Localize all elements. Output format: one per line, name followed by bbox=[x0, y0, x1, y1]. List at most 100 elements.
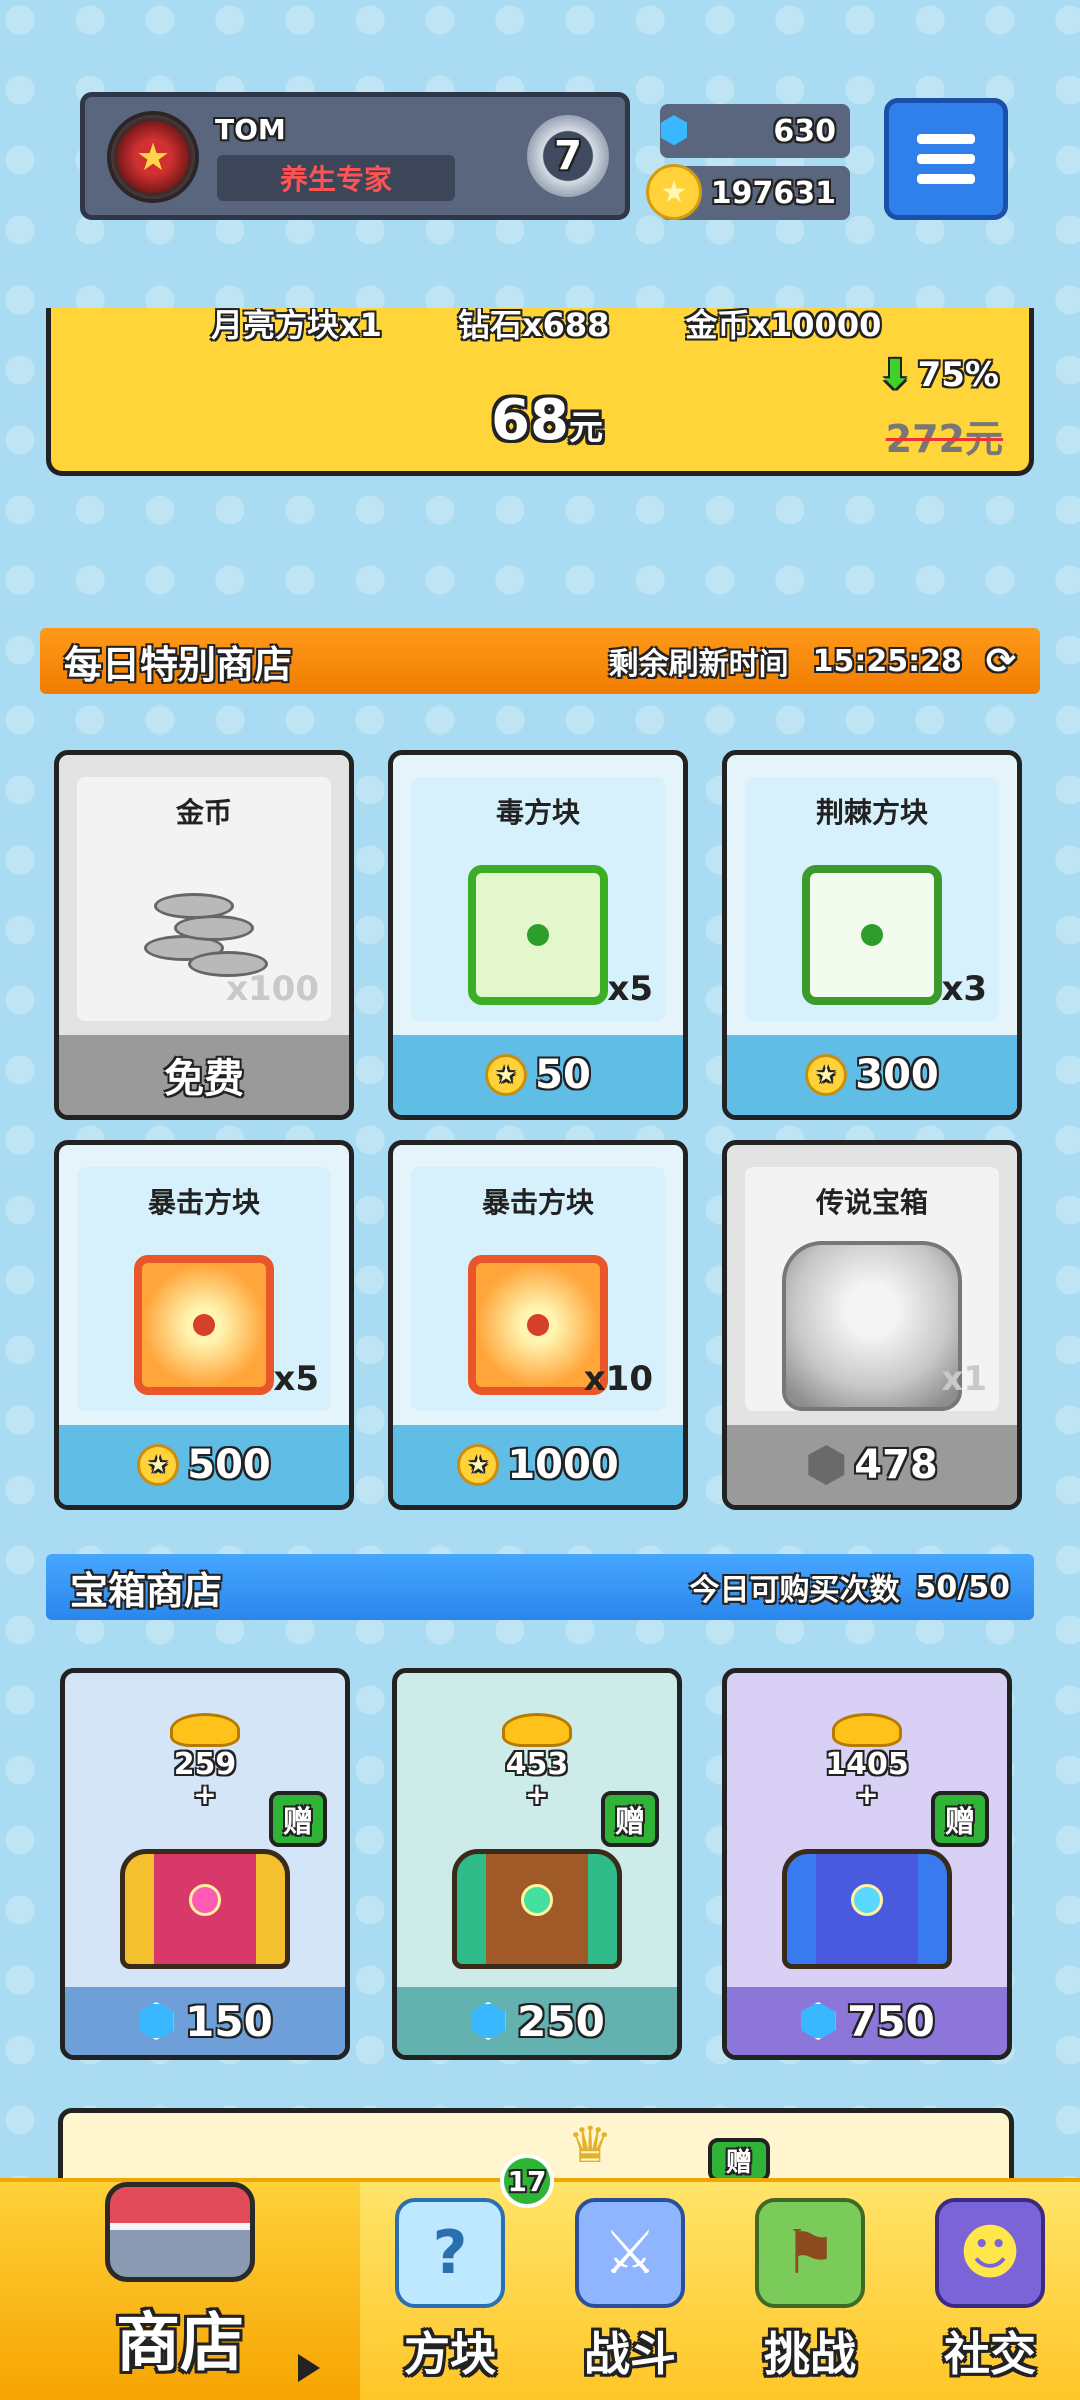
shop-item-card[interactable]: 荆棘方块 x3 ★ 300 bbox=[722, 750, 1022, 1120]
treasure-chest-icon bbox=[452, 1849, 622, 1969]
coin-icon: ★ bbox=[805, 1054, 848, 1096]
special-offer-banner[interactable]: 月亮方块x1 钻石x688 金币x10000 68元 ⬇ 75% 272元 bbox=[46, 308, 1034, 476]
price-button[interactable]: 750 bbox=[727, 1987, 1007, 2055]
gold-coins-icon bbox=[502, 1713, 572, 1747]
gem-icon bbox=[471, 2002, 506, 2040]
item-name: 暴击方块 bbox=[147, 1186, 260, 1219]
chest-shop-header: 宝箱商店 今日可购买次数 50/50 bbox=[46, 1554, 1034, 1620]
nav-label: 战斗 bbox=[584, 2327, 676, 2381]
section-title: 宝箱商店 bbox=[70, 1568, 223, 1613]
item-name: 毒方块 bbox=[495, 796, 580, 829]
notification-badge: 17 bbox=[500, 2154, 554, 2208]
banner-item: 金币x10000 bbox=[685, 308, 882, 344]
poison-block-icon bbox=[468, 865, 608, 1005]
nav-label: 商店 bbox=[116, 2307, 244, 2381]
refresh-icon[interactable]: ⟳ bbox=[986, 641, 1016, 682]
crit-block-icon bbox=[134, 1255, 274, 1395]
hexagon-token-icon bbox=[808, 1445, 845, 1485]
item-name: 荆棘方块 bbox=[815, 796, 928, 829]
item-name: 传说宝箱 bbox=[815, 1186, 928, 1219]
nav-tab-battle[interactable]: ⚔ 战斗 bbox=[540, 2182, 720, 2400]
gem-icon: ⬢ bbox=[658, 109, 690, 151]
gift-badge: 赠 bbox=[269, 1791, 327, 1847]
price-button[interactable]: 478 bbox=[727, 1425, 1017, 1505]
mystery-block-icon: ? bbox=[395, 2198, 505, 2308]
chest-card[interactable]: 259 + 赠 150 bbox=[60, 1668, 350, 2060]
banner-item: 月亮方块x1 bbox=[211, 308, 382, 344]
gem-counter[interactable]: ⬢ 630 bbox=[658, 104, 850, 158]
coin-count: 197631 bbox=[710, 175, 836, 211]
crown-icon: ♛ bbox=[567, 2116, 613, 2174]
discount-badge: ⬇ 75% bbox=[878, 352, 999, 398]
thorn-block-icon bbox=[802, 865, 942, 1005]
item-name: 暴击方块 bbox=[481, 1186, 594, 1219]
coin-counter[interactable]: ★ 197631 bbox=[646, 164, 850, 220]
gift-badge: 赠 bbox=[931, 1791, 989, 1847]
battle-shield-icon: ⚔ bbox=[575, 2198, 685, 2308]
menu-icon-line bbox=[917, 174, 975, 184]
challenge-signboard-icon: ⚑ bbox=[755, 2198, 865, 2308]
item-quantity: x10 bbox=[583, 1359, 653, 1399]
purchase-limit-value: 50/50 bbox=[915, 1569, 1010, 1605]
nav-tab-challenge[interactable]: ⚑ 挑战 bbox=[720, 2182, 900, 2400]
gem-icon bbox=[139, 2002, 174, 2040]
gold-coins-icon bbox=[832, 1713, 902, 1747]
play-arrow-icon bbox=[298, 2354, 320, 2382]
shop-item-card[interactable]: 金币 x100 免费 bbox=[54, 750, 354, 1120]
avatar[interactable]: ★ bbox=[107, 111, 199, 203]
shop-item-card[interactable]: 暴击方块 x10 ★ 1000 bbox=[388, 1140, 688, 1510]
banner-item: 钻石x688 bbox=[457, 308, 610, 344]
menu-icon-line bbox=[917, 134, 975, 144]
price-button[interactable]: 250 bbox=[397, 1987, 677, 2055]
price-button[interactable]: ★ 50 bbox=[393, 1035, 683, 1115]
nav-label: 方块 bbox=[404, 2327, 496, 2381]
price-button[interactable]: ★ 1000 bbox=[393, 1425, 683, 1505]
item-name: 金币 bbox=[175, 796, 232, 829]
menu-button[interactable] bbox=[884, 98, 1008, 220]
item-quantity: x3 bbox=[941, 969, 987, 1009]
price-button[interactable]: ★ 500 bbox=[59, 1425, 349, 1505]
shop-icon bbox=[105, 2182, 255, 2282]
bottom-navigation: 商店 ? 方块 ⚔ 战斗 ⚑ 挑战 ☻ 社交 bbox=[0, 2178, 1080, 2400]
player-profile-panel[interactable]: ★ TOM 养生专家 7 bbox=[80, 92, 630, 220]
coin-icon: ★ bbox=[485, 1054, 528, 1096]
rank-badge[interactable]: 7 bbox=[527, 115, 609, 197]
item-quantity: x5 bbox=[607, 969, 653, 1009]
refresh-label: 剩余刷新时间 bbox=[608, 647, 789, 682]
nav-tab-social[interactable]: ☻ 社交 bbox=[900, 2182, 1080, 2400]
gift-badge: 赠 bbox=[601, 1791, 659, 1847]
player-title: 养生专家 bbox=[217, 155, 455, 201]
refresh-timer: 15:25:28 bbox=[812, 643, 962, 679]
price-button[interactable]: 150 bbox=[65, 1987, 345, 2055]
treasure-chest-icon bbox=[782, 1849, 952, 1969]
chest-card[interactable]: 1405 + 赠 750 bbox=[722, 1668, 1012, 2060]
coin-icon: ★ bbox=[646, 164, 702, 220]
chest-card[interactable]: 453 + 赠 250 bbox=[392, 1668, 682, 2060]
shop-item-card[interactable]: 毒方块 x5 ★ 50 bbox=[388, 750, 688, 1120]
gift-badge: 赠 bbox=[708, 2138, 770, 2182]
banner-items: 月亮方块x1 钻石x688 金币x10000 bbox=[211, 308, 881, 346]
nav-tab-blocks[interactable]: ? 方块 bbox=[360, 2182, 540, 2400]
arrow-down-icon: ⬇ bbox=[878, 352, 912, 398]
shop-item-card[interactable]: 传说宝箱 x1 478 bbox=[722, 1140, 1022, 1510]
shop-item-card[interactable]: 暴击方块 x5 ★ 500 bbox=[54, 1140, 354, 1510]
coin-icon: ★ bbox=[457, 1444, 500, 1486]
original-price: 272元 bbox=[885, 417, 1003, 461]
nav-label: 社交 bbox=[944, 2327, 1036, 2381]
treasure-chest-icon bbox=[120, 1849, 290, 1969]
price-button[interactable]: 免费 bbox=[59, 1035, 349, 1115]
gem-icon bbox=[801, 2002, 836, 2040]
purchase-limit-label: 今日可购买次数 bbox=[689, 1573, 900, 1608]
menu-icon-line bbox=[917, 154, 975, 164]
nav-label: 挑战 bbox=[764, 2327, 856, 2381]
gem-count: 630 bbox=[773, 113, 836, 149]
legendary-chest-icon bbox=[782, 1241, 962, 1411]
player-name: TOM bbox=[215, 113, 286, 146]
item-quantity: x5 bbox=[273, 1359, 319, 1399]
item-quantity: x1 bbox=[941, 1359, 987, 1399]
item-quantity: x100 bbox=[226, 969, 319, 1009]
price-button[interactable]: ★ 300 bbox=[727, 1035, 1017, 1115]
gold-coins-icon bbox=[170, 1713, 240, 1747]
daily-shop-header: 每日特别商店 剩余刷新时间 15:25:28 ⟳ bbox=[40, 628, 1040, 694]
banner-price[interactable]: 68元 bbox=[491, 388, 603, 453]
